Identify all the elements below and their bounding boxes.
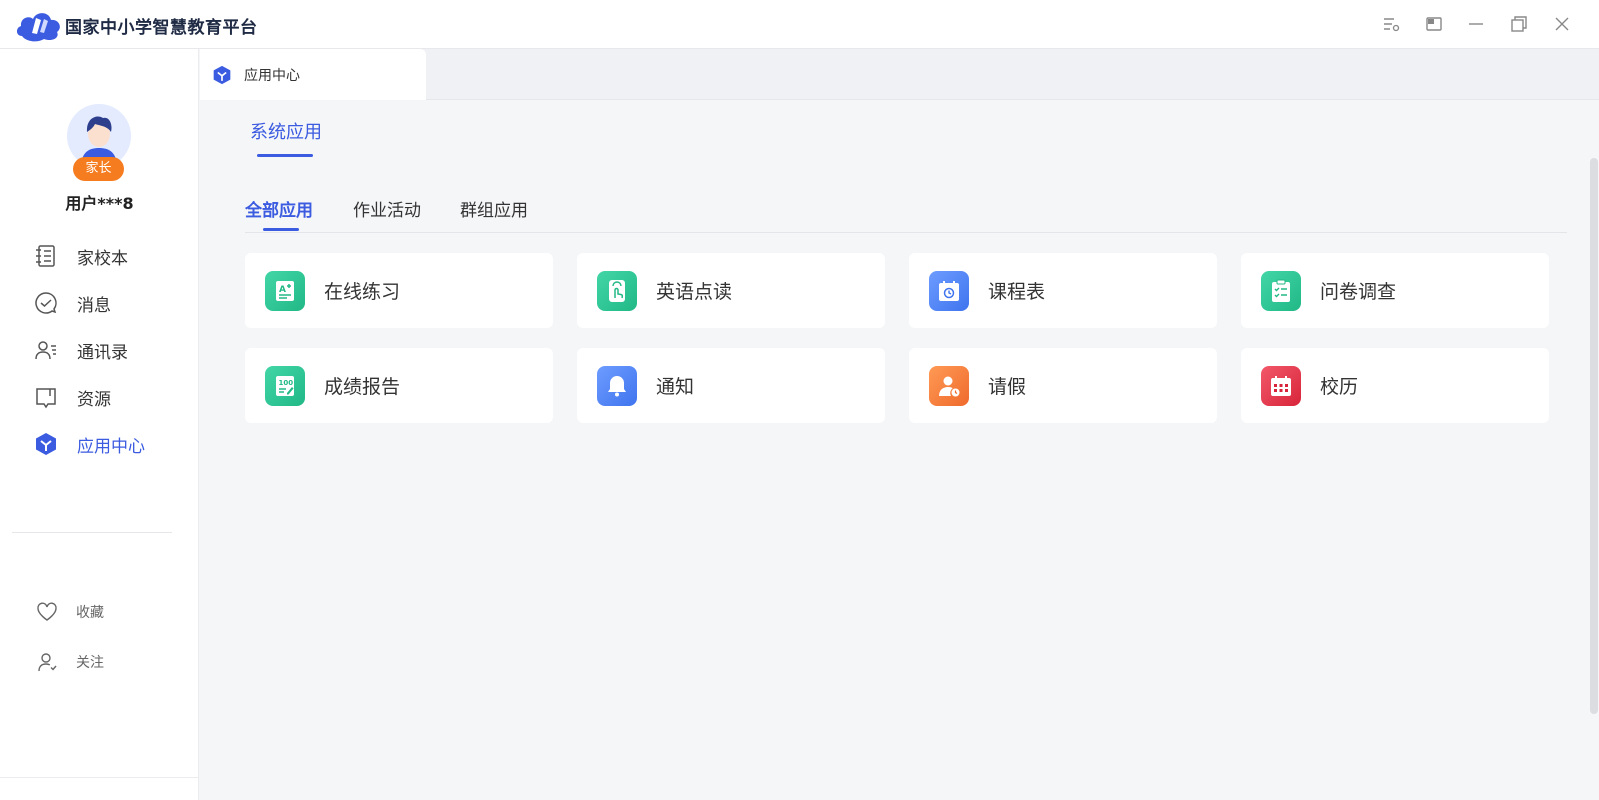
- sidebar-item-label: 消息: [77, 295, 111, 316]
- survey-icon: [1261, 270, 1301, 311]
- touch-read-icon: [597, 270, 637, 311]
- tab-group-apps[interactable]: 群组应用: [460, 196, 528, 221]
- sidebar-item-label: 应用中心: [77, 436, 145, 457]
- tab-homework-activities[interactable]: 作业活动: [353, 196, 421, 221]
- app-card-online-practice[interactable]: A 在线练习: [245, 253, 553, 328]
- picture-in-picture-icon[interactable]: [1424, 14, 1444, 34]
- sidebar-bottom-divider: [0, 777, 199, 778]
- section-title-system-apps[interactable]: 系统应用: [250, 118, 322, 144]
- app-card-survey[interactable]: 问卷调查: [1241, 253, 1549, 328]
- app-card-english-reading[interactable]: 英语点读: [577, 253, 885, 328]
- bell-icon: [597, 365, 637, 406]
- svg-text:A: A: [279, 285, 286, 295]
- practice-icon: A: [265, 270, 305, 311]
- role-badge: 家长: [73, 157, 124, 181]
- category-tab-underline: [263, 228, 299, 231]
- app-label: 在线练习: [324, 281, 401, 303]
- notebook-icon: [34, 244, 58, 268]
- sidebar-item-contacts[interactable]: 通讯录: [34, 335, 184, 365]
- book-icon: [34, 385, 58, 409]
- title-bar: 国家中小学智慧教育平台: [0, 0, 1599, 49]
- username: 用户***8: [65, 194, 134, 213]
- app-card-leave-request[interactable]: 请假: [909, 348, 1217, 423]
- leave-icon: [929, 365, 969, 406]
- app-label: 问卷调查: [1320, 281, 1397, 303]
- sidebar-item-resources[interactable]: 资源: [34, 382, 184, 412]
- app-label: 英语点读: [656, 281, 733, 303]
- settings-icon[interactable]: [1381, 14, 1401, 34]
- app-label: 请假: [988, 376, 1027, 398]
- app-label: 成绩报告: [324, 376, 401, 398]
- app-label: 通知: [656, 376, 695, 398]
- sidebar-item-label: 资源: [77, 389, 111, 410]
- tab-all-apps[interactable]: 全部应用: [245, 196, 313, 221]
- schedule-icon: [929, 270, 969, 311]
- app-card-score-report[interactable]: 100 成绩报告: [245, 348, 553, 423]
- sidebar-item-favorites[interactable]: 收藏: [36, 600, 176, 624]
- close-icon[interactable]: [1552, 14, 1572, 34]
- contacts-icon: [34, 338, 58, 362]
- sidebar-item-home-school-book[interactable]: 家校本: [34, 241, 184, 271]
- svg-text:100: 100: [279, 379, 294, 387]
- app-card-course-schedule[interactable]: 课程表: [909, 253, 1217, 328]
- content-scrollbar[interactable]: [1590, 158, 1598, 714]
- score-report-icon: 100: [265, 365, 305, 406]
- category-divider: [245, 232, 1567, 233]
- sidebar-item-messages[interactable]: 消息: [34, 288, 184, 318]
- calendar-icon: [1261, 365, 1301, 406]
- app-label: 校历: [1320, 376, 1359, 398]
- sidebar-item-app-center[interactable]: 应用中心: [34, 429, 184, 459]
- user-follow-icon: [36, 651, 58, 673]
- heart-icon: [36, 601, 58, 623]
- section-title-underline: [257, 154, 313, 157]
- message-check-icon: [34, 291, 58, 315]
- app-title: 国家中小学智慧教育平台: [65, 18, 258, 38]
- minimize-icon[interactable]: [1466, 14, 1486, 34]
- sidebar: 家长 用户***8 家校本 消息 通讯录 资源 应用中心 收藏 关注: [0, 49, 199, 800]
- tab-strip: 应用中心: [200, 49, 1599, 100]
- sidebar-divider: [12, 532, 172, 533]
- app-card-school-calendar[interactable]: 校历: [1241, 348, 1549, 423]
- app-label: 课程表: [988, 281, 1046, 303]
- tab-app-center[interactable]: 应用中心: [200, 49, 426, 100]
- sidebar-item-following[interactable]: 关注: [36, 650, 176, 674]
- app-center-icon: [212, 65, 232, 85]
- restore-icon[interactable]: [1509, 14, 1529, 34]
- app-card-notice[interactable]: 通知: [577, 348, 885, 423]
- platform-logo-icon: [14, 6, 66, 44]
- sidebar-item-label: 通讯录: [77, 342, 128, 363]
- app-center-icon: [34, 432, 58, 456]
- tab-label: 应用中心: [244, 67, 300, 84]
- sidebar-item-label: 家校本: [77, 248, 128, 269]
- sidebar-item-label: 收藏: [76, 605, 104, 621]
- sidebar-item-label: 关注: [76, 655, 104, 671]
